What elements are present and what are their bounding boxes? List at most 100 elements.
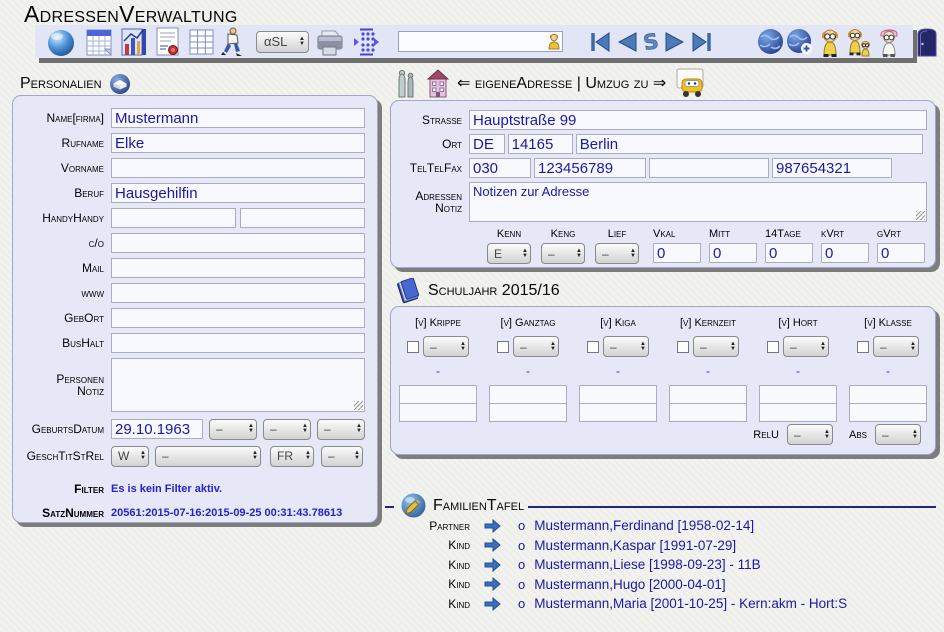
geb-stepper-3[interactable]: –▲▼ [317, 419, 365, 440]
resize-grip-icon[interactable] [916, 211, 925, 220]
krippe-field-1[interactable] [399, 385, 477, 404]
goto-arrow-icon[interactable] [484, 597, 501, 611]
family-member-link[interactable]: Mustermann,Liese [1998-09-23] - 11B [534, 557, 760, 572]
vkal-input[interactable] [653, 243, 701, 263]
tel1-input[interactable] [469, 158, 531, 178]
parents-statue-icon[interactable] [393, 69, 419, 98]
gesch-stepper-1[interactable]: W▲▼ [111, 446, 149, 467]
beruf-input[interactable] [111, 183, 365, 203]
hort-field-1[interactable] [759, 385, 837, 404]
kvrt-input[interactable] [821, 243, 869, 263]
geb-stepper-1[interactable]: –▲▼ [209, 419, 257, 440]
gesch-stepper-2[interactable]: –▲▼ [155, 446, 261, 467]
stepper-arrows-icon[interactable]: ▲▼ [252, 451, 258, 461]
kernzeit-field-1[interactable] [669, 385, 747, 404]
resize-grip-icon[interactable] [354, 401, 363, 410]
geb-stepper-2[interactable]: –▲▼ [263, 419, 311, 440]
goto-arrow-icon[interactable] [484, 577, 501, 591]
rufname-input[interactable] [111, 133, 365, 153]
ort-land-input[interactable] [469, 134, 505, 154]
stepper-arrows-icon[interactable]: ▲▼ [910, 342, 916, 352]
ganztag-stepper[interactable]: –▲▼ [513, 336, 559, 357]
ganztag-checkbox[interactable] [497, 341, 509, 353]
certificate-icon[interactable] [155, 27, 181, 57]
person-icon[interactable] [818, 27, 842, 57]
mitt-input[interactable] [709, 243, 757, 263]
krippe-stepper[interactable]: –▲▼ [423, 336, 469, 357]
familientafel-globe-icon[interactable] [400, 492, 427, 519]
stepper-arrows-icon[interactable]: ▲▼ [730, 342, 736, 352]
stepper-arrows-icon[interactable]: ▲▼ [305, 451, 311, 461]
14tage-input[interactable] [765, 243, 813, 263]
nav-first-icon[interactable] [589, 30, 613, 54]
mail-input[interactable] [111, 258, 365, 278]
kiga-checkbox[interactable] [587, 341, 599, 353]
geburtsdatum-input[interactable] [111, 419, 203, 439]
stepper-arrows-icon[interactable]: ▲▼ [356, 424, 362, 434]
vorname-input[interactable] [111, 158, 365, 178]
gesch-stepper-4[interactable]: –▲▼ [321, 446, 363, 467]
stepper-arrows-icon[interactable]: ▲▼ [302, 424, 308, 434]
search-input[interactable] [398, 31, 563, 52]
ganztag-field-2[interactable] [489, 403, 567, 422]
stepper-arrows-icon[interactable]: ▲▼ [140, 451, 146, 461]
kiga-stepper[interactable]: –▲▼ [603, 336, 649, 357]
family-member-link[interactable]: Mustermann,Maria [2001-10-25] - Kern:akm… [534, 596, 847, 611]
globe-add-icon[interactable] [786, 28, 813, 55]
goto-arrow-icon[interactable] [484, 538, 501, 552]
ganztag-field-1[interactable] [489, 385, 567, 404]
nav-next-icon[interactable] [663, 30, 687, 54]
lief-stepper[interactable]: –▲▼ [595, 243, 639, 264]
relu-stepper[interactable]: –▲▼ [787, 424, 833, 445]
stepper-arrows-icon[interactable]: ▲▼ [460, 342, 466, 352]
hort-field-2[interactable] [759, 403, 837, 422]
klasse-stepper[interactable]: –▲▼ [873, 336, 919, 357]
stepper-arrows-icon[interactable]: ▲▼ [354, 451, 360, 461]
gesch-stepper-3[interactable]: FR▲▼ [270, 446, 314, 467]
kiga-field-2[interactable] [579, 403, 657, 422]
stepper-arrows-icon[interactable]: ▲▼ [299, 37, 305, 47]
www-input[interactable] [111, 283, 365, 303]
bushalt-input[interactable] [111, 333, 365, 353]
walking-person-icon[interactable] [220, 27, 243, 57]
hort-stepper[interactable]: –▲▼ [783, 336, 829, 357]
stepper-arrows-icon[interactable]: ▲▼ [912, 430, 918, 440]
adressen-notiz-textarea[interactable]: Notizen zur Adresse [469, 182, 927, 222]
stepper-arrows-icon[interactable]: ▲▼ [630, 249, 636, 259]
goto-arrow-icon[interactable] [484, 558, 501, 572]
book-icon[interactable] [395, 278, 421, 304]
handy2-input[interactable] [240, 208, 365, 228]
nav-previous-icon[interactable] [615, 30, 639, 54]
stepper-arrows-icon[interactable]: ▲▼ [824, 430, 830, 440]
family-member-link[interactable]: Mustermann,Hugo [2000-04-01] [534, 577, 725, 592]
tel2-input[interactable] [534, 158, 646, 178]
stepper-arrows-icon[interactable]: ▲▼ [820, 342, 826, 352]
klasse-checkbox[interactable] [857, 341, 869, 353]
family-member-link[interactable]: Mustermann,Ferdinand [1958-02-14] [534, 518, 754, 533]
ort-plz-input[interactable] [508, 134, 573, 154]
klasse-field-1[interactable] [849, 385, 927, 404]
stepper-arrows-icon[interactable]: ▲▼ [640, 342, 646, 352]
kernzeit-stepper[interactable]: –▲▼ [693, 336, 739, 357]
globe-icon[interactable] [757, 28, 784, 55]
klasse-field-2[interactable] [849, 403, 927, 422]
distribute-arrows-icon[interactable] [353, 27, 379, 57]
house-icon[interactable] [426, 69, 450, 98]
family-icon[interactable] [844, 27, 874, 57]
keng-stepper[interactable]: –▲▼ [541, 243, 585, 264]
family-member-link[interactable]: Mustermann,Kaspar [1991-07-29] [534, 538, 736, 553]
stepper-arrows-icon[interactable]: ▲▼ [248, 424, 254, 434]
strasse-input[interactable] [469, 110, 927, 130]
name-input[interactable] [111, 108, 365, 128]
personen-notiz-textarea[interactable] [111, 358, 365, 412]
globe-sphere-icon[interactable] [46, 27, 76, 57]
fax-input[interactable] [772, 158, 892, 178]
krippe-checkbox[interactable] [407, 341, 419, 353]
statistics-chart-icon[interactable] [120, 27, 148, 57]
refresh-icon[interactable]: S [641, 30, 661, 54]
kenn-stepper[interactable]: E▲▼ [487, 243, 531, 264]
co-input[interactable] [111, 233, 365, 253]
kernzeit-checkbox[interactable] [677, 341, 689, 353]
kernzeit-field-2[interactable] [669, 403, 747, 422]
gvrt-input[interactable] [877, 243, 925, 263]
